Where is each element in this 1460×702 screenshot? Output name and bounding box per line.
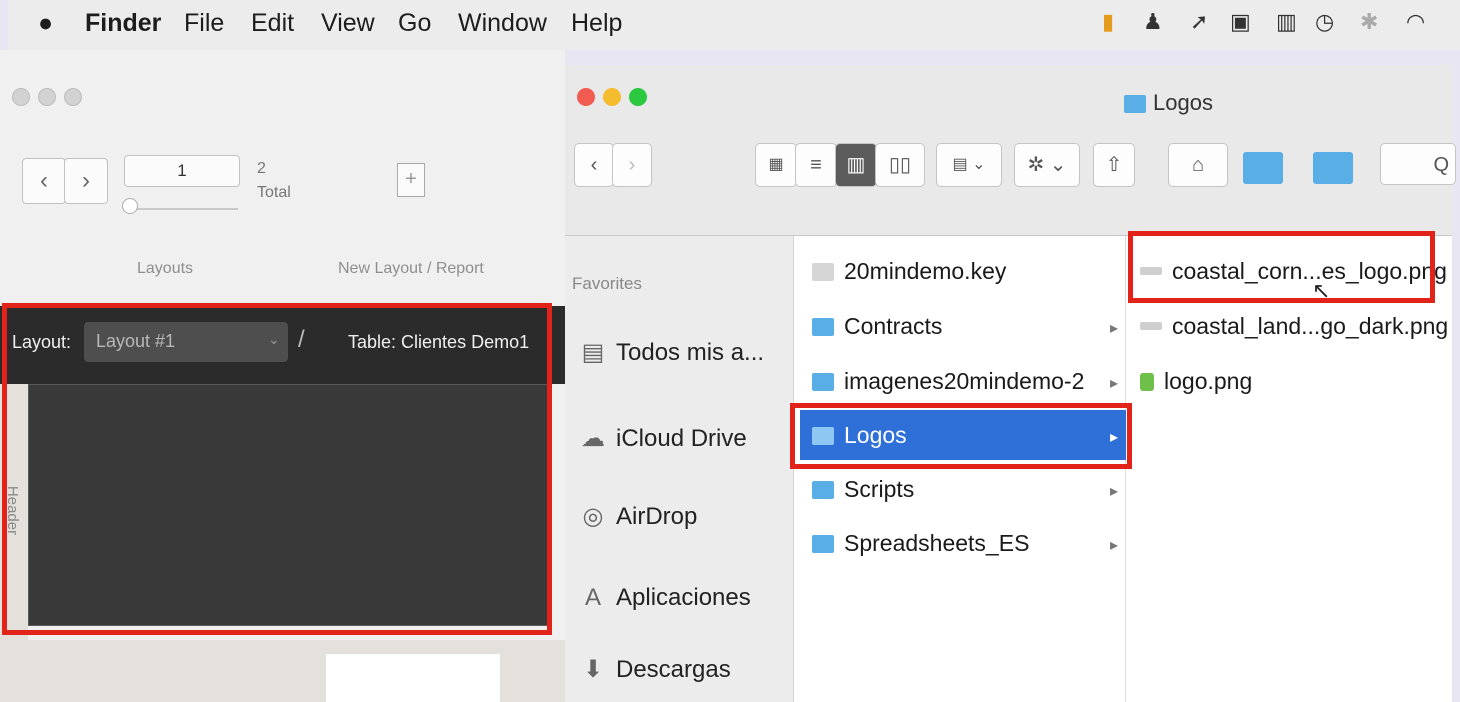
chevron-right-icon: ▸ (1110, 537, 1119, 554)
fm-minimize-button[interactable] (38, 88, 56, 106)
list-item[interactable]: Scripts (812, 476, 914, 503)
record-number-field[interactable]: 1 (124, 155, 240, 187)
document-status-icon[interactable]: ▣ (1230, 9, 1251, 35)
file-highlight-box (1128, 231, 1435, 303)
sidebar-item-aplicaciones[interactable]: A Aplicaciones (578, 584, 751, 612)
chevron-right-icon: ▸ (1110, 375, 1119, 392)
sidebar-heading: Favorites (572, 274, 642, 293)
record-slider-handle[interactable] (122, 198, 138, 214)
zoom-button[interactable] (629, 88, 647, 106)
new-layout-icon[interactable]: + (397, 163, 425, 197)
image-file-icon (1140, 322, 1162, 330)
menu-window[interactable]: Window (458, 9, 547, 38)
layout-highlight-box (2, 303, 552, 635)
apple-menu-icon[interactable]: ● (38, 9, 53, 38)
folder-icon (812, 373, 834, 391)
list-item[interactable]: logo.png (1140, 368, 1252, 395)
forward-button[interactable]: › (612, 143, 652, 187)
gear-icon[interactable]: ✲ ⌄ (1014, 143, 1080, 187)
title-folder-icon (1124, 95, 1146, 113)
folder-icon (812, 481, 834, 499)
arrange-icon[interactable]: ▤ ⌄ (936, 143, 1002, 187)
icon-view-icon[interactable]: ▦ (755, 143, 797, 187)
record-slider-track[interactable] (124, 208, 238, 210)
time-machine-icon[interactable]: ◷ (1315, 9, 1334, 35)
menu-edit[interactable]: Edit (251, 9, 294, 38)
all-files-icon: ▤ (581, 339, 605, 366)
window-title: Logos (1153, 90, 1213, 115)
search-icon: Q (1433, 154, 1449, 176)
layouts-label: Layouts (137, 260, 194, 277)
list-item[interactable]: 20mindemo.key (812, 258, 1006, 285)
folder-icon (812, 535, 834, 553)
battery-meter-icon[interactable]: ▥ (1276, 9, 1297, 35)
image-file-icon (1140, 373, 1154, 391)
share-icon[interactable]: ⇧ (1093, 143, 1135, 187)
folder-shortcut-icon[interactable] (1243, 152, 1283, 184)
sidebar-item-icloud[interactable]: ☁ iCloud Drive (578, 424, 747, 453)
close-button[interactable] (577, 88, 595, 106)
layout-field-box[interactable] (326, 654, 500, 702)
column-divider (1125, 236, 1126, 702)
sidebar-item-descargas[interactable]: ⬇ Descargas (578, 655, 731, 684)
fm-previous-record-button[interactable]: ‹ (22, 158, 66, 204)
cover-flow-icon[interactable]: ▯▯ (875, 143, 925, 187)
minimize-button[interactable] (603, 88, 621, 106)
logos-highlight-box (790, 403, 1132, 469)
menu-help[interactable]: Help (571, 9, 622, 38)
list-item[interactable]: Contracts (812, 313, 942, 340)
airdrop-icon: ◎ (582, 503, 604, 530)
app-status-icon[interactable]: ▮ (1102, 9, 1114, 35)
folder-shortcut-icon-2[interactable] (1313, 152, 1353, 184)
menu-bar: ● Finder File Edit View Go Window Help ▮… (8, 0, 1460, 50)
folder-icon (812, 318, 834, 336)
cloud-icon: ☁ (581, 425, 605, 452)
wifi-icon[interactable]: ◠ (1406, 9, 1425, 35)
total-count: 2 (257, 160, 266, 177)
bluetooth-icon[interactable]: ✱ (1360, 9, 1378, 35)
chevron-right-icon: ▸ (1110, 320, 1119, 337)
tag-icon[interactable]: ⌂ (1168, 143, 1228, 187)
total-label: Total (257, 184, 291, 201)
menu-file[interactable]: File (184, 9, 224, 38)
list-item[interactable]: imagenes20mindemo-2 (812, 368, 1084, 395)
sidebar-item-airdrop[interactable]: ◎ AirDrop (578, 502, 698, 531)
fm-next-record-button[interactable]: › (64, 158, 108, 204)
download-icon: ⬇ (582, 656, 604, 683)
list-view-icon[interactable]: ≡ (795, 143, 837, 187)
finder-sidebar (565, 236, 794, 702)
presentation-icon[interactable]: ♟ (1143, 9, 1163, 35)
location-icon[interactable]: ➚ (1190, 9, 1208, 35)
column-view-icon[interactable]: ▥ (835, 143, 877, 187)
menu-finder[interactable]: Finder (85, 9, 161, 38)
chevron-right-icon: ▸ (1110, 483, 1119, 500)
list-item[interactable]: coastal_land...go_dark.png (1140, 313, 1448, 340)
list-item[interactable]: Spreadsheets_ES (812, 530, 1029, 557)
menu-go[interactable]: Go (398, 9, 431, 38)
fm-close-button[interactable] (12, 88, 30, 106)
back-button[interactable]: ‹ (574, 143, 614, 187)
keynote-file-icon (812, 263, 834, 281)
applications-icon: A (584, 584, 601, 611)
search-input[interactable]: Q (1380, 143, 1456, 185)
finder-toolbar (565, 65, 1452, 236)
sidebar-item-todos[interactable]: ▤ Todos mis a... (578, 338, 764, 367)
menu-view[interactable]: View (321, 9, 375, 38)
new-layout-report-label[interactable]: New Layout / Report (338, 260, 484, 278)
fm-zoom-button[interactable] (64, 88, 82, 106)
